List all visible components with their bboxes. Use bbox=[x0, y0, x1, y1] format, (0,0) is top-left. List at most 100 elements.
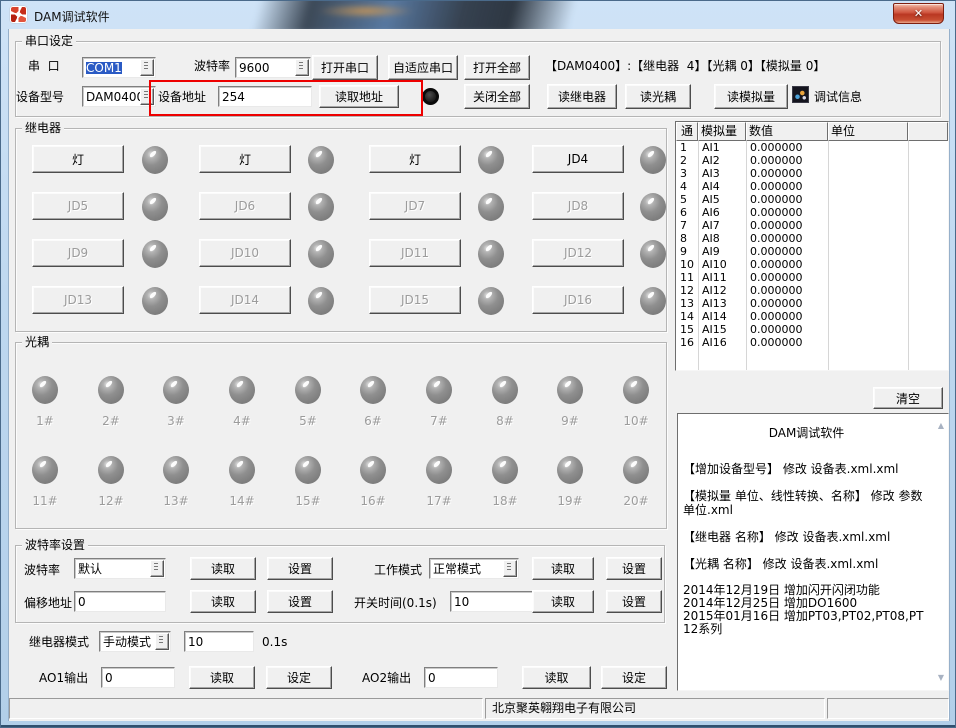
switch-time-input[interactable] bbox=[450, 591, 540, 612]
relay-button-7: JD7 bbox=[369, 192, 461, 220]
switch-read-button[interactable]: 读取 bbox=[532, 590, 594, 613]
analog-cell-extra bbox=[908, 219, 948, 232]
analog-row-15[interactable]: 15AI150.000000 bbox=[676, 323, 948, 336]
analog-row-9[interactable]: 9AI90.000000 bbox=[676, 245, 948, 258]
open-all-button[interactable]: 打开全部 bbox=[464, 55, 530, 80]
relay-button-4[interactable]: JD4 bbox=[532, 145, 624, 173]
titlebar-glass-reflection bbox=[226, 1, 656, 29]
opto-label-11: 11# bbox=[25, 494, 65, 508]
baud-select[interactable]: 9600 bbox=[235, 57, 311, 78]
analog-row-10[interactable]: 10AI100.000000 bbox=[676, 258, 948, 271]
window-title: DAM调试软件 bbox=[34, 8, 110, 25]
opto-led-2 bbox=[98, 376, 124, 404]
analog-row-8[interactable]: 8AI80.000000 bbox=[676, 232, 948, 245]
ao1-input[interactable] bbox=[101, 667, 175, 688]
info-log-panel[interactable]: DAM调试软件【增加设备型号】 修改 设备表.xml.xml【模拟量 单位、线性… bbox=[677, 413, 949, 691]
com-port-dropdown-icon[interactable] bbox=[140, 59, 154, 76]
baud-read-button[interactable]: 读取 bbox=[190, 557, 256, 580]
work-mode-select[interactable]: 正常模式 bbox=[429, 558, 519, 579]
device-model-select[interactable]: DAM0400 bbox=[82, 86, 156, 107]
relay-button-1[interactable]: 灯 bbox=[32, 145, 124, 173]
analog-row-4[interactable]: 4AI40.000000 bbox=[676, 180, 948, 193]
relay-led-15 bbox=[478, 287, 504, 315]
offset-set-button[interactable]: 设置 bbox=[267, 590, 333, 613]
relay-time-input[interactable] bbox=[184, 631, 254, 652]
col-header-unit[interactable]: 单位 bbox=[828, 122, 908, 141]
analog-row-16[interactable]: 16AI160.000000 bbox=[676, 336, 948, 349]
offset-addr-input[interactable] bbox=[74, 591, 166, 612]
relay-button-2[interactable]: 灯 bbox=[199, 145, 291, 173]
analog-row-7[interactable]: 7AI70.000000 bbox=[676, 219, 948, 232]
relay-mode-dropdown-icon[interactable] bbox=[155, 633, 169, 650]
offset-read-button[interactable]: 读取 bbox=[190, 590, 256, 613]
analog-table-header[interactable]: 通 模拟量 数值 单位 bbox=[676, 122, 948, 141]
baud-dropdown-icon[interactable] bbox=[295, 59, 309, 76]
baud-set-button[interactable]: 设置 bbox=[267, 557, 333, 580]
opto-group: 光耦 1#2#3#4#5#6#7#8#9#10#11#12#13#14#15#1… bbox=[15, 342, 667, 529]
analog-row-12[interactable]: 12AI120.000000 bbox=[676, 284, 948, 297]
col-header-value[interactable]: 数值 bbox=[746, 122, 828, 141]
analog-cell: AI12 bbox=[698, 284, 746, 297]
analog-cell: 0.000000 bbox=[746, 258, 828, 271]
scroll-up-icon[interactable]: ▲ bbox=[938, 422, 944, 430]
analog-row-14[interactable]: 14AI140.000000 bbox=[676, 310, 948, 323]
opto-label-19: 19# bbox=[550, 494, 590, 508]
relay-mode-select[interactable]: 手动模式 bbox=[99, 631, 171, 652]
analog-cell: 13 bbox=[676, 297, 698, 310]
ao2-read-button[interactable]: 读取 bbox=[522, 666, 591, 689]
analog-cell: AI1 bbox=[698, 141, 746, 154]
work-mode-read-button[interactable]: 读取 bbox=[532, 557, 594, 580]
opto-group-title: 光耦 bbox=[22, 335, 52, 349]
analog-cell: 0.000000 bbox=[746, 245, 828, 258]
analog-cell bbox=[828, 297, 908, 310]
ao2-input[interactable] bbox=[424, 667, 498, 688]
switch-set-button[interactable]: 设置 bbox=[606, 590, 662, 613]
analog-table[interactable]: 通 模拟量 数值 单位 1AI10.0000002AI20.0000003AI3… bbox=[675, 121, 949, 371]
col-header-channel[interactable]: 通 bbox=[676, 122, 698, 141]
device-addr-input[interactable] bbox=[218, 86, 312, 107]
opto-label-13: 13# bbox=[156, 494, 196, 508]
close-button[interactable]: ✕ bbox=[893, 3, 944, 24]
baud-cfg-dropdown-icon[interactable] bbox=[150, 560, 164, 577]
relay-led-1 bbox=[142, 146, 168, 174]
switch-time-label: 开关时间(0.1s) bbox=[354, 596, 437, 610]
work-mode-dropdown-icon[interactable] bbox=[503, 560, 517, 577]
baud-cfg-label: 波特率 bbox=[24, 563, 60, 577]
analog-row-5[interactable]: 5AI50.000000 bbox=[676, 193, 948, 206]
debug-info-icon[interactable] bbox=[793, 87, 808, 102]
open-serial-button[interactable]: 打开串口 bbox=[312, 55, 378, 80]
analog-cell bbox=[828, 258, 908, 271]
read-relay-button[interactable]: 读继电器 bbox=[547, 84, 617, 109]
analog-cell bbox=[828, 245, 908, 258]
device-model-dropdown-icon[interactable] bbox=[140, 88, 154, 105]
debug-info-label[interactable]: 调试信息 bbox=[814, 90, 862, 104]
ao1-set-button[interactable]: 设定 bbox=[266, 666, 332, 689]
opto-label-6: 6# bbox=[353, 414, 393, 428]
clear-button[interactable]: 清空 bbox=[873, 387, 943, 409]
opto-led-20 bbox=[623, 456, 649, 484]
close-all-button[interactable]: 关闭全部 bbox=[464, 84, 530, 109]
read-opto-button[interactable]: 读光耦 bbox=[625, 84, 691, 109]
opto-label-14: 14# bbox=[222, 494, 262, 508]
analog-row-6[interactable]: 6AI60.000000 bbox=[676, 206, 948, 219]
col-header-analog[interactable]: 模拟量 bbox=[698, 122, 746, 141]
ao2-set-button[interactable]: 设定 bbox=[601, 666, 667, 689]
ao1-read-button[interactable]: 读取 bbox=[189, 666, 255, 689]
analog-row-3[interactable]: 3AI30.000000 bbox=[676, 167, 948, 180]
baud-cfg-select[interactable]: 默认 bbox=[74, 558, 166, 579]
scroll-down-icon[interactable]: ▼ bbox=[938, 674, 944, 682]
title-bar[interactable]: DAM调试软件 ✕ bbox=[1, 1, 956, 29]
analog-row-2[interactable]: 2AI20.000000 bbox=[676, 154, 948, 167]
read-addr-button[interactable]: 读取地址 bbox=[319, 85, 399, 108]
analog-row-11[interactable]: 11AI110.000000 bbox=[676, 271, 948, 284]
com-port-select[interactable]: COM1 bbox=[82, 57, 156, 78]
read-analog-button[interactable]: 读模拟量 bbox=[714, 84, 788, 109]
auto-serial-button[interactable]: 自适应串口 bbox=[388, 55, 458, 80]
relay-led-16 bbox=[640, 287, 666, 315]
relay-button-3[interactable]: 灯 bbox=[369, 145, 461, 173]
analog-row-1[interactable]: 1AI10.000000 bbox=[676, 141, 948, 154]
analog-cell: AI8 bbox=[698, 232, 746, 245]
analog-row-13[interactable]: 13AI130.000000 bbox=[676, 297, 948, 310]
relay-led-13 bbox=[142, 287, 168, 315]
work-mode-set-button[interactable]: 设置 bbox=[606, 557, 662, 580]
